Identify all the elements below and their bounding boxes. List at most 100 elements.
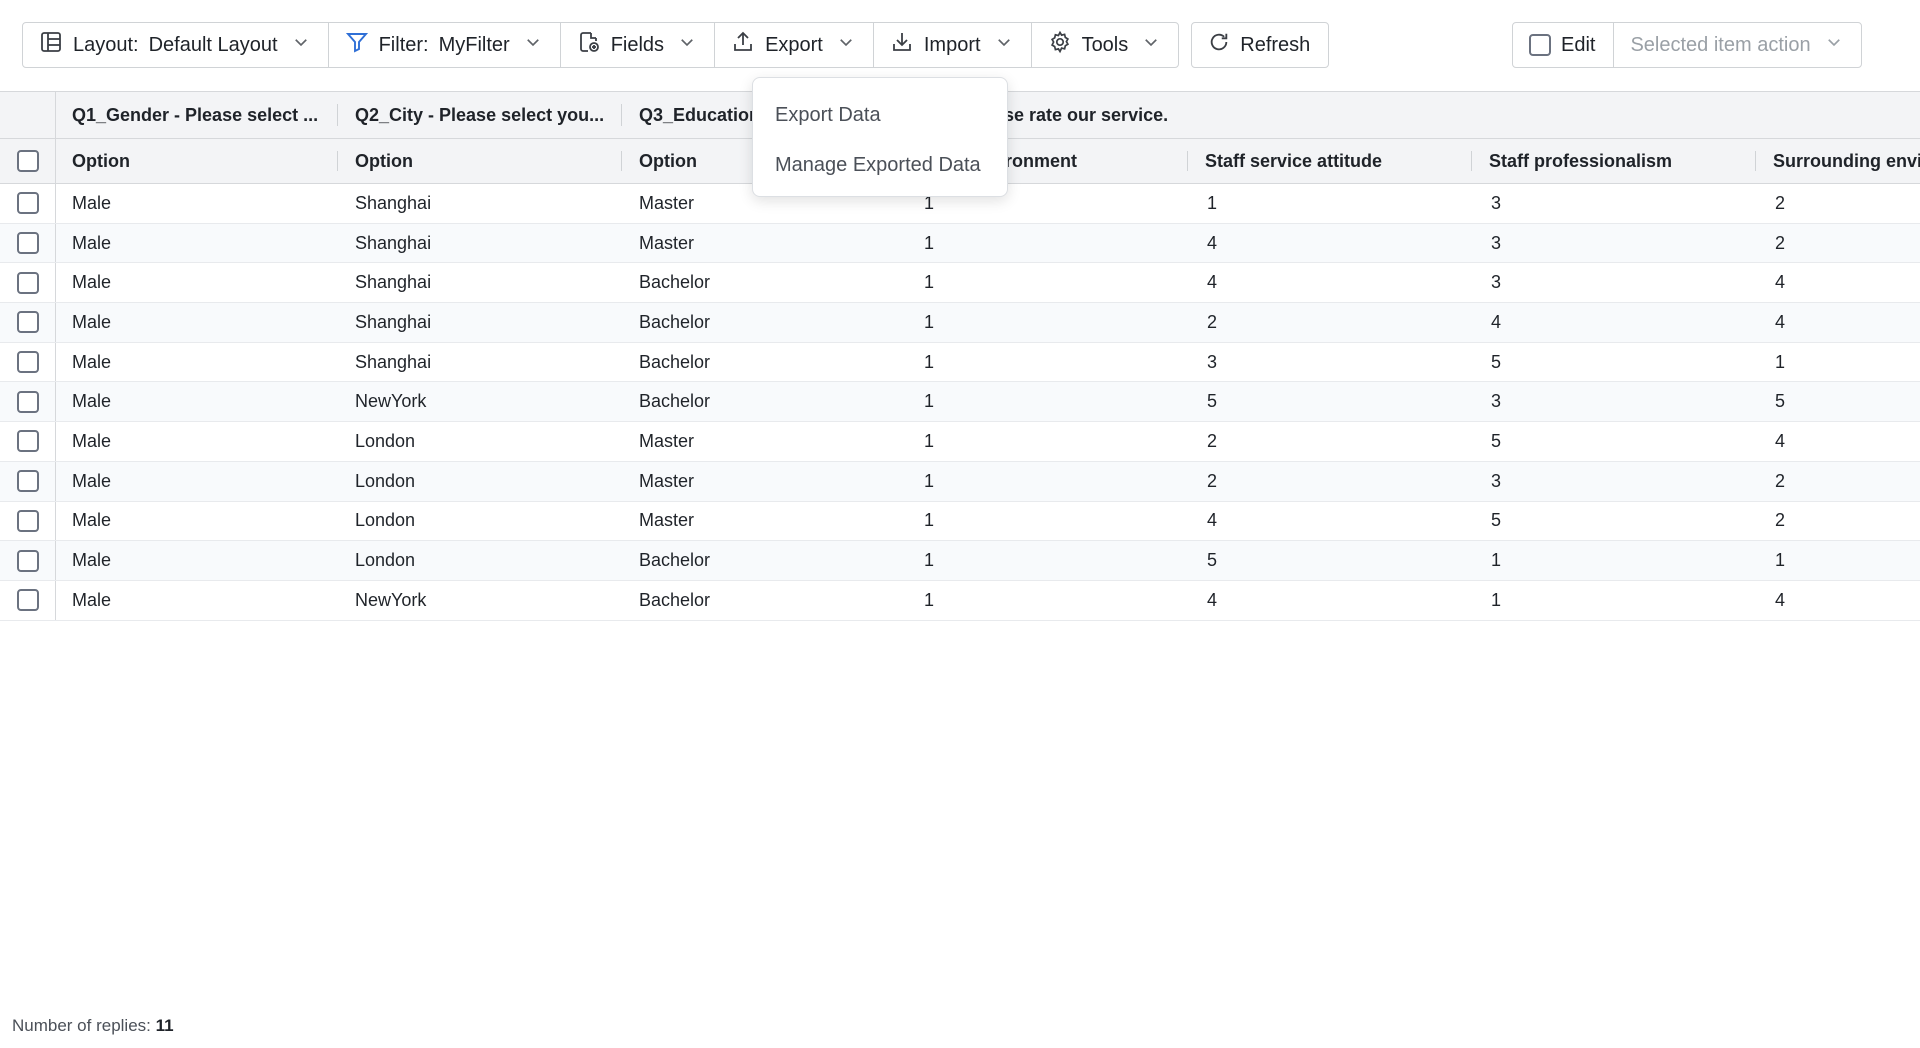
table-row[interactable]: Male Shanghai Master 1 4 3 2 [0,223,1920,264]
group-header-q2[interactable]: Q2_City - Please select you... [339,92,619,138]
table-cell: London [355,550,416,571]
table-cell: 1 [1207,192,1218,213]
row-checkbox[interactable] [16,470,39,493]
column-divider [1187,151,1188,171]
column-divider [337,151,338,171]
column-header[interactable]: Option [56,139,336,183]
table-cell: Male [72,192,112,213]
row-checkbox[interactable] [16,192,39,215]
row-checkbox[interactable] [16,232,39,255]
table-cell: Master [639,430,695,451]
edit-checkbox[interactable] [1529,34,1551,56]
column-header[interactable]: Staff professionalism [1473,139,1753,183]
table-cell: Bachelor [639,351,711,372]
row-checkbox-cell [0,461,56,501]
row-checkbox-cell [0,422,56,461]
toolbar-main-group: Layout: Default Layout Filter: MyFilter … [22,22,1180,68]
edit-action-group: Edit Selected item action [1512,22,1862,68]
column-divider [621,104,622,126]
grid-body: Male Shanghai Master 1 1 3 2 Male Shanghai Master… [0,184,1920,621]
table-cell: Male [72,391,112,412]
table-cell: Male [72,550,112,571]
table-cell: Master [639,510,695,531]
edit-toggle[interactable]: Edit [1513,23,1615,67]
table-cell: 4 [1775,589,1786,610]
column-header[interactable]: Staff service attitude [1189,139,1469,183]
column-header[interactable]: Surrounding envir [1757,139,1920,183]
layout-label: Layout: [73,33,139,56]
table-cell: 4 [1775,272,1786,293]
table-cell: Male [72,510,112,531]
table-row[interactable]: Male London Master 1 2 3 2 [0,461,1920,502]
layout-button[interactable]: Layout: Default Layout [23,23,329,67]
row-checkbox-cell [0,501,56,541]
table-cell: NewYork [355,589,427,610]
table-cell: 2 [1775,192,1786,213]
row-checkbox[interactable] [16,430,39,453]
table-cell: Shanghai [355,232,432,253]
table-cell: London [355,470,416,491]
table-cell: 1 [924,589,935,610]
table-row[interactable]: Male Shanghai Bachelor 1 2 4 4 [0,303,1920,343]
table-cell: 3 [1207,351,1218,372]
row-checkbox[interactable] [16,311,39,334]
table-row[interactable]: Male London Bachelor 1 5 1 1 [0,541,1920,581]
table-row[interactable]: Male Shanghai Bachelor 1 4 3 4 [0,263,1920,304]
table-cell: Master [639,232,695,253]
filter-icon [345,30,369,60]
chevron-down-icon [1825,33,1843,57]
select-all-checkbox[interactable] [16,150,39,172]
table-row[interactable]: Male NewYork Bachelor 1 5 3 5 [0,382,1920,423]
row-checkbox[interactable] [16,549,39,572]
row-checkbox[interactable] [16,271,39,294]
gear-icon [1048,30,1072,60]
table-cell: London [355,510,416,531]
group-header-q4[interactable]: se rate our service. [988,92,1588,138]
table-cell: 4 [1491,311,1502,332]
group-header-checkbox-cell [0,92,56,138]
row-checkbox[interactable] [16,351,39,374]
table-row[interactable]: Male Shanghai Bachelor 1 3 5 1 [0,342,1920,383]
menu-item-export-data[interactable]: Export Data [753,90,1007,140]
import-button[interactable]: Import [874,23,1032,67]
menu-item-manage-exported-data[interactable]: Manage Exported Data [753,140,1007,190]
tools-button[interactable]: Tools [1032,23,1179,67]
import-icon [890,30,914,60]
table-cell: 4 [1207,589,1218,610]
edit-label: Edit [1561,33,1596,56]
table-row[interactable]: Male NewYork Bachelor 1 4 1 4 [0,580,1920,621]
table-row[interactable]: Male London Master 1 2 5 4 [0,422,1920,462]
table-cell: Bachelor [639,311,711,332]
table-cell: 3 [1491,470,1502,491]
row-checkbox[interactable] [16,589,39,612]
export-button[interactable]: Export [715,23,874,67]
table-cell: Male [72,589,112,610]
table-cell: Male [72,311,112,332]
table-cell: Male [72,430,112,451]
table-cell: 2 [1207,430,1218,451]
group-header-q1[interactable]: Q1_Gender - Please select ... [56,92,336,138]
table-cell: 1 [924,430,935,451]
table-cell: London [355,430,416,451]
table-cell: 1 [1491,550,1502,571]
toolbar: Layout: Default Layout Filter: MyFilter … [22,22,1330,68]
column-divider [1755,151,1756,171]
table-row[interactable]: Male London Master 1 4 5 2 [0,501,1920,542]
selected-item-action-dropdown[interactable]: Selected item action [1614,23,1860,67]
row-checkbox-cell [0,342,56,382]
refresh-button[interactable]: Refresh [1192,23,1328,67]
column-header[interactable]: Option [339,139,619,183]
fields-button[interactable]: Fields [561,23,716,67]
row-checkbox[interactable] [16,390,39,413]
chevron-down-icon [524,33,542,57]
column-header[interactable]: ronment [989,139,1189,183]
table-cell: 4 [1207,232,1218,253]
filter-button[interactable]: Filter: MyFilter [329,23,561,67]
table-cell: 2 [1207,311,1218,332]
table-cell: 1 [924,470,935,491]
table-cell: 5 [1491,430,1502,451]
row-checkbox[interactable] [16,509,39,532]
table-cell: NewYork [355,391,427,412]
export-icon [731,30,755,60]
table-cell: 5 [1775,391,1786,412]
